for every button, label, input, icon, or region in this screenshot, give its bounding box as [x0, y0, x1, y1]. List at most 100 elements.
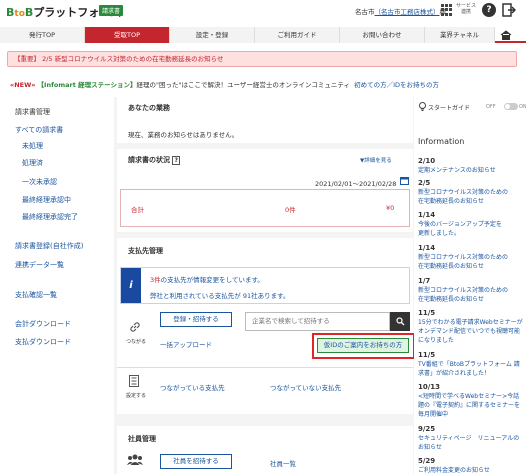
business-title: あなたの業務 [128, 104, 170, 112]
not-connected-payees-link[interactable]: つながっていない支払先 [270, 382, 341, 392]
info-item[interactable]: 新型コロナウイルス対策のための 在宅勤務延長のお知らせ [418, 253, 524, 271]
info-item[interactable]: 新型コロナウイルス対策のための 在宅勤務延長のお知らせ [418, 188, 524, 206]
sidebar-item-final-approved[interactable]: 最終経理承認完了 [22, 212, 78, 222]
total-row: 合計 0件 ¥0 [120, 189, 410, 227]
info-date: 11/5 [418, 351, 436, 359]
invite-staff-button[interactable]: 社員を招待する [160, 454, 232, 469]
tab-settings[interactable]: 設定・登録 [170, 27, 255, 43]
people-icon [127, 454, 143, 465]
info-date: 1/7 [418, 277, 431, 285]
manage-label: 設定する [126, 393, 147, 399]
info-date: 1/14 [418, 211, 436, 219]
register-invite-button[interactable]: 登録・招待する [160, 312, 232, 327]
info-date: 2/10 [418, 157, 436, 165]
tab-receive-top[interactable]: 受取TOP [85, 27, 170, 43]
search-icon [395, 317, 404, 326]
sidebar-item-accounting-download[interactable]: 会計ダウンロード [15, 319, 71, 329]
staff-list-link[interactable]: 社員一覧 [270, 458, 296, 468]
header: BtoBプラットフォーム 請求書 名古市（名古市工務店株式）様 サービス 連携 … [0, 0, 526, 22]
services-label[interactable]: サービス 連携 [455, 3, 477, 15]
sidebar-item-first-unapproved[interactable]: 一次未承認 [22, 177, 57, 187]
info-item[interactable]: TV番組で「BtoBプラットフォーム 請求書」が紹介されました！ [418, 360, 524, 378]
tab-industry-channel[interactable]: 業界チャネル [425, 27, 495, 43]
sidebar-item-unprocessed[interactable]: 未処理 [22, 141, 43, 151]
tab-issue-top[interactable]: 発行TOP [0, 27, 85, 43]
info-date: 10/13 [418, 383, 441, 391]
total-label: 合計 [131, 206, 144, 214]
business-panel: あなたの業務 現在、業務のお知らせはありません。 [117, 97, 413, 143]
start-guide-label: スタートガイド [428, 105, 471, 112]
business-empty-text: 現在、業務のお知らせはありません。 [128, 131, 239, 139]
services-grid-icon[interactable] [441, 4, 453, 16]
sidebar: 請求書管理 すべての請求書 未処理 処理済 一次未承認 最終経理承認中 最終経理… [0, 97, 110, 474]
sidebar-item-final-approving[interactable]: 最終経理承認中 [22, 195, 71, 205]
info-icon: i [121, 268, 141, 303]
info-item[interactable]: 今後のバージョンアップ予定を 更新しました。 [418, 220, 524, 238]
tab-contact[interactable]: お問い合わせ [340, 27, 425, 43]
sidebar-item-all-invoices[interactable]: すべての請求書 [15, 125, 63, 135]
info-item[interactable]: 新型コロナウイルス対策のための 在宅勤務延長のお知らせ [418, 286, 524, 304]
temp-id-guide-button[interactable]: 仮IDのご案内をお持ちの方 [317, 338, 409, 353]
help-icon[interactable]: ? [482, 3, 496, 17]
payee-notice-line1[interactable]: 3件の支払先が情報変更をしています。 [150, 274, 264, 284]
connected-payees-link[interactable]: つながっている支払先 [160, 382, 225, 392]
invoice-status-panel: 請求書の状況 ? ▼詳細を見る 2021/02/01〜2021/02/28 合計… [117, 149, 413, 232]
payees-panel: 支払先管理 i 3件の支払先が情報変更をしています。 弊社と利用されている支払先… [117, 238, 415, 414]
news-ticker: «NEW» 【Infomart 経理ステーション】経理の"困った"はここで解決！… [10, 79, 520, 90]
main-nav: 発行TOP 受取TOP 設定・登録 ご利用ガイド お問い合わせ 業界チャネル [0, 27, 526, 43]
info-item[interactable]: 定期メンテナンスのお知らせ [418, 166, 524, 175]
home-icon[interactable] [500, 30, 512, 40]
right-column: スタートガイド OFF ON Information 2/10 定期メンテナンス… [414, 97, 526, 474]
user-name: 名古市（名古市工務店株式）様 [355, 8, 446, 16]
total-count[interactable]: 0件 [285, 204, 296, 214]
new-badge: «NEW» [10, 81, 36, 89]
sidebar-item-payment-confirm[interactable]: 支払確認一覧 [15, 290, 57, 300]
product-badge: 請求書 [99, 5, 124, 16]
ticker-link[interactable]: 初めての方／IDをお持ちの方 [354, 81, 439, 89]
payee-notice-line2[interactable]: 弊社と利用されている支払先が 91社あります。 [150, 290, 290, 300]
divider [117, 367, 413, 368]
info-item[interactable]: ご利用料金変更のお知らせ [418, 466, 524, 474]
start-guide-toggle[interactable] [504, 103, 518, 110]
search-button[interactable] [390, 312, 410, 331]
bulk-upload-link[interactable]: 一括アップロード [160, 339, 212, 349]
information-title: Information [418, 137, 465, 146]
period-label: 2021/02/01〜2021/02/28 [315, 180, 397, 188]
important-alert[interactable]: 【重要】 2/5 新型コロナウイルス対策のための在宅勤務延長のお知らせ [7, 51, 517, 67]
sidebar-heading: 請求書管理 [15, 108, 50, 116]
link-icon [130, 322, 140, 332]
main-content: あなたの業務 現在、業務のお知らせはありません。 請求書の状況 ? ▼詳細を見る… [114, 97, 415, 474]
invoice-status-title: 請求書の状況 ? [128, 156, 180, 165]
toggle-on-label: ON [519, 104, 526, 110]
sidebar-item-linked-data[interactable]: 連携データ一覧 [15, 260, 64, 270]
total-amount: ¥0 [386, 204, 395, 212]
sidebar-item-processed[interactable]: 処理済 [22, 158, 43, 168]
info-item[interactable]: 15分でわかる電子請求Webセミナーがオンデマンド配信でいつでも視聴可能になりま… [418, 318, 524, 345]
payee-notice-box: i 3件の支払先が情報変更をしています。 弊社と利用されている支払先が 91社あ… [120, 267, 410, 304]
logout-icon[interactable] [502, 3, 516, 17]
company-search-input[interactable]: 企業名で検索して招待する [245, 312, 390, 331]
calendar-icon[interactable] [400, 176, 409, 185]
info-item[interactable]: セキュリティページ リニューアルのお知らせ [418, 434, 524, 452]
info-date: 1/14 [418, 244, 436, 252]
bulb-icon [419, 102, 426, 111]
tab-guide[interactable]: ご利用ガイド [255, 27, 340, 43]
payees-title: 支払先管理 [128, 247, 163, 255]
sidebar-item-register-invoice[interactable]: 請求書登録(自社作成) [15, 241, 83, 251]
info-date: 2/5 [418, 179, 431, 187]
help-icon[interactable]: ? [172, 156, 180, 165]
sidebar-item-payment-download[interactable]: 支払ダウンロード [15, 337, 71, 347]
staff-panel: 社員管理 社員を招待する 社員一覧 [117, 426, 413, 474]
info-date: 9/25 [418, 425, 436, 433]
info-item[interactable]: <短時間で学べるWebセミナー>今話題の『電子契約』に関するセミナーを毎月開催中 [418, 392, 524, 419]
info-date: 5/29 [418, 457, 436, 465]
company-link[interactable]: （名古市工務店株式） [375, 8, 440, 16]
staff-title: 社員管理 [128, 435, 156, 443]
toggle-off-label: OFF [486, 104, 496, 110]
ticker-text[interactable]: 経理の"困った"はここで解決！ユーザー経営士のオンラインコミュニティ [136, 81, 349, 89]
connect-label: つながる [126, 339, 147, 345]
detail-link[interactable]: ▼詳細を見る [360, 156, 392, 164]
info-date: 11/5 [418, 309, 436, 317]
ticker-source: 【Infomart 経理ステーション】 [37, 81, 137, 89]
list-icon [129, 375, 139, 387]
